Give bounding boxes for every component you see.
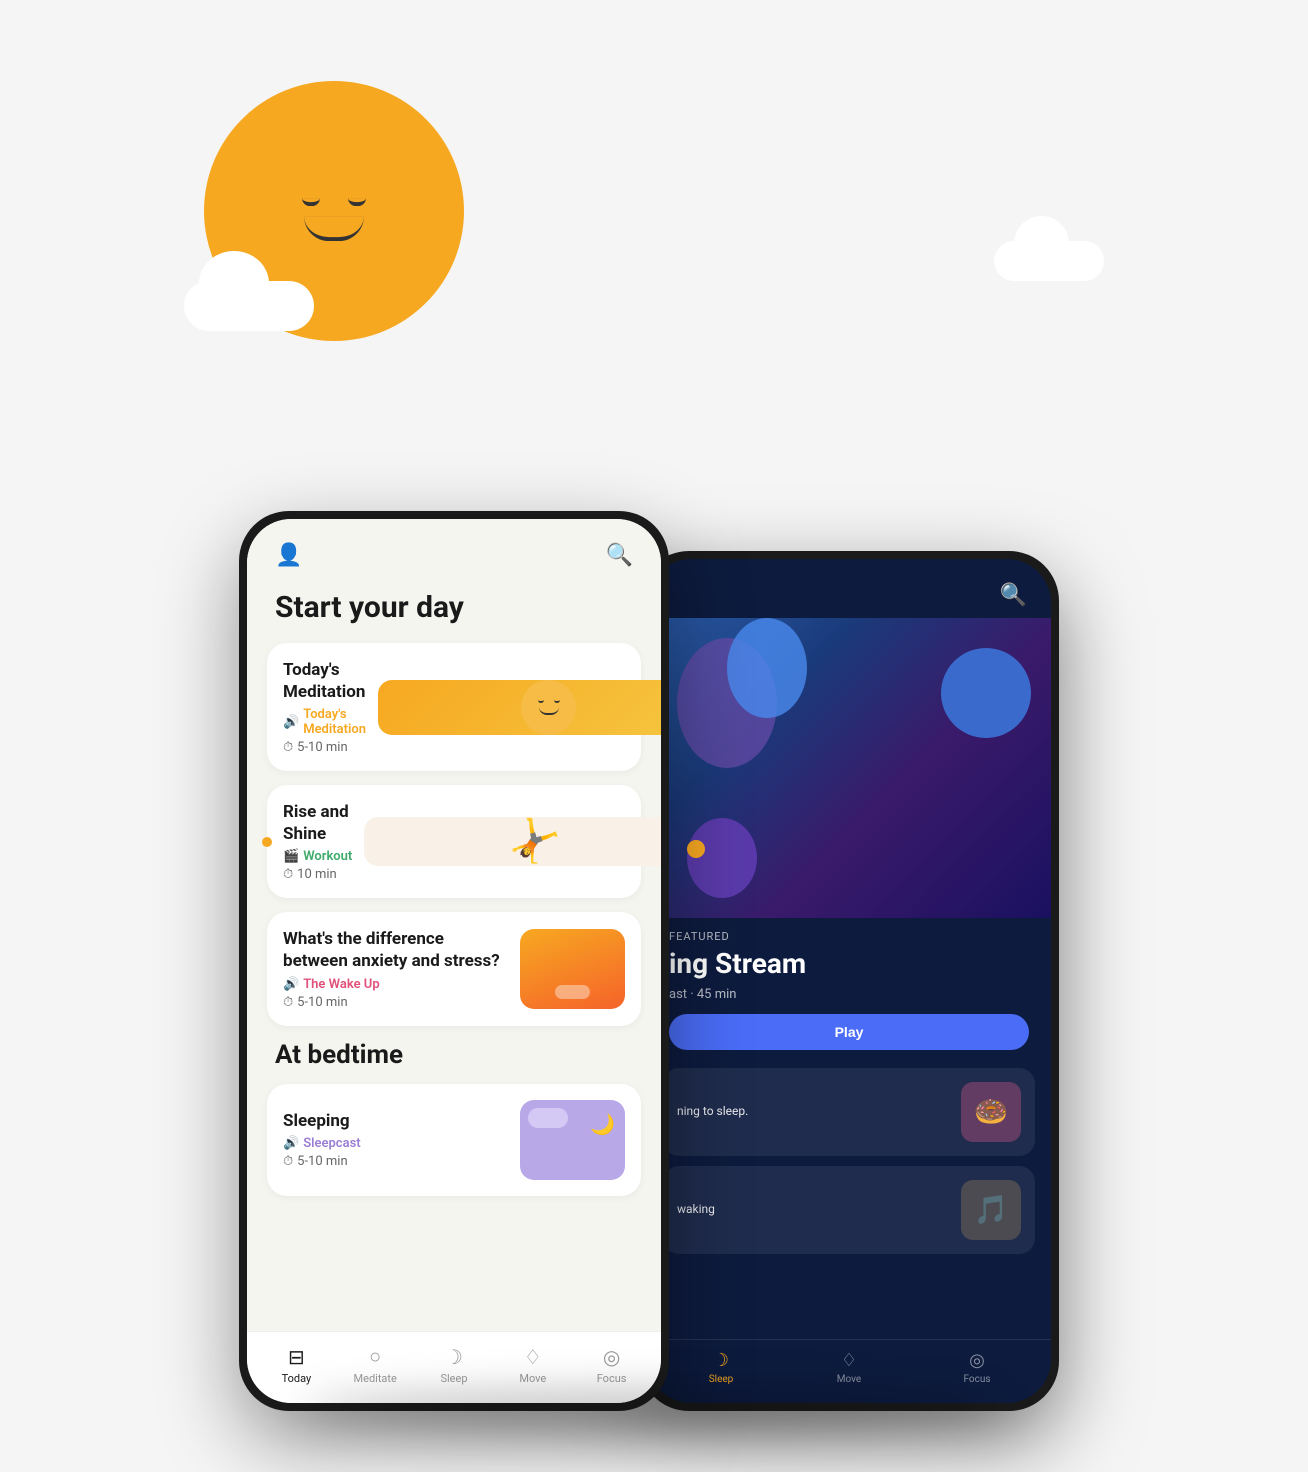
workout-card-title: Rise and Shine [283,801,352,845]
hero-shape-3 [941,648,1031,738]
search-icon[interactable]: 🔍 [606,543,633,568]
sleeping-card-image: 🌙 [520,1100,625,1180]
featured-label: Featured [647,918,1051,947]
nav-move[interactable]: ♢ Move [493,1345,572,1385]
nav-meditate-label: Meditate [354,1372,397,1385]
back-nav-focus-icon: ◎ [969,1350,985,1371]
front-header: 👤 🔍 [247,519,661,580]
meditation-sun [521,680,576,735]
sun-face [302,198,366,241]
back-nav-sleep-icon: ☽ [713,1350,729,1371]
meditation-card[interactable]: Today's Meditation 🔊 Today's Meditation … [267,643,641,771]
back-hero [647,618,1051,918]
sun-eye-right [348,198,366,206]
nav-move-icon: ♢ [524,1345,542,1369]
mini-smile [539,707,559,715]
meditation-card-tag: 🔊 Today's Meditation [283,707,366,737]
nav-focus-label: Focus [597,1372,627,1385]
sleeping-card-text: Sleeping 🔊 Sleepcast ⏱ 5-10 min [283,1110,508,1169]
anxiety-card[interactable]: What's the difference between anxiety an… [267,912,641,1025]
back-sleep-card[interactable]: ning to sleep. 🍩 [663,1068,1035,1156]
back-sleep-card-text: ning to sleep. [677,1103,949,1120]
cloud-right [994,241,1104,281]
play-button[interactable]: Play [669,1014,1029,1050]
dot-indicator [262,837,272,847]
meditation-card-image [378,680,661,735]
nav-focus-icon: ◎ [603,1345,620,1369]
nav-sleep-icon: ☽ [445,1345,463,1369]
sun-eyes [302,198,366,206]
back-music-card[interactable]: waking 🎵 [663,1166,1035,1254]
back-nav-focus-label: Focus [963,1374,990,1385]
sleeping-card-duration: ⏱ 5-10 min [283,1154,508,1169]
mini-eye-right [554,700,560,703]
back-search-icon[interactable]: 🔍 [1000,583,1027,608]
anxiety-card-tag: 🔊 The Wake Up [283,977,508,992]
nav-meditate-icon: ○ [369,1344,381,1369]
back-music-card-text: waking [677,1201,949,1218]
workout-card-duration: ⏱ 10 min [283,867,352,882]
mini-eye-left [538,700,544,703]
nav-sleep-label: Sleep [440,1372,467,1385]
profile-icon[interactable]: 👤 [275,543,302,568]
nav-sleep[interactable]: ☽ Sleep [415,1345,494,1385]
featured-sub: ast · 45 min [647,981,1051,1014]
nav-today[interactable]: ⊟ Today [257,1345,336,1385]
back-music-card-image: 🎵 [961,1180,1021,1240]
hero-shape-4 [687,818,757,898]
section-bedtime-title: At bedtime [275,1040,641,1070]
sleeping-card[interactable]: Sleeping 🔊 Sleepcast ⏱ 5-10 min [267,1084,641,1196]
sun-eye-left [302,198,320,206]
back-nav-sleep-label: Sleep [709,1374,734,1385]
anxiety-card-title: What's the difference between anxiety an… [283,928,508,972]
sleep-moon: 🌙 [590,1112,615,1136]
app-scene: 👤 🔍 Start your day Today's Meditation 🔊 … [104,61,1204,1411]
back-header: 🔍 [647,559,1051,618]
nav-move-label: Move [519,1372,546,1385]
anxiety-card-text: What's the difference between anxiety an… [283,928,508,1009]
front-phone-inner: 👤 🔍 Start your day Today's Meditation 🔊 … [247,519,661,1403]
front-content: Start your day Today's Meditation 🔊 Toda… [247,580,661,1331]
mini-eyes [538,700,560,703]
nav-today-label: Today [282,1372,312,1385]
back-nav-sleep[interactable]: ☽ Sleep [657,1350,785,1385]
anxiety-pill [555,985,590,999]
back-phone-inner: 🔍 Featured ing Stream ast · 45 min [647,559,1051,1403]
hero-shape-2 [727,618,807,718]
sleeping-card-tag: 🔊 Sleepcast [283,1136,508,1151]
workout-card[interactable]: Rise and Shine 🎬 Workout ⏱ 10 min � [267,785,641,898]
workout-card-image: 🤸 [364,817,661,866]
workout-card-tag: 🎬 Workout [283,849,352,864]
front-phone: 👤 🔍 Start your day Today's Meditation 🔊 … [239,511,669,1411]
anxiety-card-duration: ⏱ 5-10 min [283,995,508,1010]
sleeping-card-title: Sleeping [283,1110,508,1132]
back-phone: 🔍 Featured ing Stream ast · 45 min [639,551,1059,1411]
section-start-title: Start your day [275,590,641,625]
phone-shadow [304,1391,1004,1431]
sleep-cloud [528,1108,568,1128]
meditation-card-text: Today's Meditation 🔊 Today's Meditation … [283,659,366,755]
nav-focus[interactable]: ◎ Focus [572,1345,651,1385]
nav-meditate[interactable]: ○ Meditate [336,1344,415,1385]
meditation-card-title: Today's Meditation [283,659,366,703]
sun-smile [304,216,364,241]
workout-figure: 🤸 [509,817,561,866]
back-nav-focus[interactable]: ◎ Focus [913,1350,1041,1385]
phones-container: 👤 🔍 Start your day Today's Meditation 🔊 … [179,511,1129,1411]
back-nav-move-label: Move [837,1374,861,1385]
anxiety-card-image [520,929,625,1009]
cloud-left [184,281,314,331]
anxiety-image-bg [520,929,625,1009]
featured-title: ing Stream [647,947,1051,981]
hero-background [647,618,1051,918]
back-nav-move[interactable]: ♢ Move [785,1350,913,1385]
meditation-card-duration: ⏱ 5-10 min [283,740,366,755]
hero-yellow-dot [687,840,705,858]
back-sleep-card-image: 🍩 [961,1082,1021,1142]
workout-card-text: Rise and Shine 🎬 Workout ⏱ 10 min [283,801,352,882]
mini-face [538,700,560,715]
back-nav-move-icon: ♢ [841,1350,857,1371]
nav-today-icon: ⊟ [288,1345,305,1369]
sleep-image-bg: 🌙 [520,1100,625,1180]
